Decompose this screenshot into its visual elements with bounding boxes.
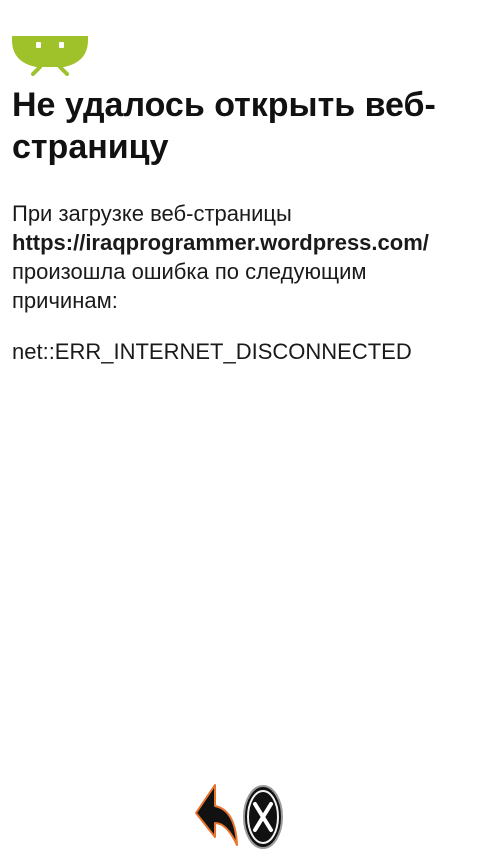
error-code: net::ERR_INTERNET_DISCONNECTED bbox=[12, 339, 412, 364]
android-robot-icon bbox=[12, 36, 88, 76]
page-title: Не удалось открыть веб-страницу bbox=[12, 86, 436, 166]
back-button[interactable] bbox=[193, 779, 241, 855]
back-arrow-icon bbox=[195, 784, 238, 846]
message-intro: При загрузке веб-страницы bbox=[12, 201, 292, 226]
close-x-icon bbox=[243, 785, 283, 849]
failed-url: https://iraqprogrammer.wordpress.com/ bbox=[12, 230, 429, 255]
message-reason: произошла ошибка по следующим причинам: bbox=[12, 259, 367, 313]
bottom-navigation-bar bbox=[193, 779, 287, 855]
close-button[interactable] bbox=[241, 779, 285, 855]
error-message: При загрузке веб-страницы https://iraqpr… bbox=[12, 199, 472, 315]
